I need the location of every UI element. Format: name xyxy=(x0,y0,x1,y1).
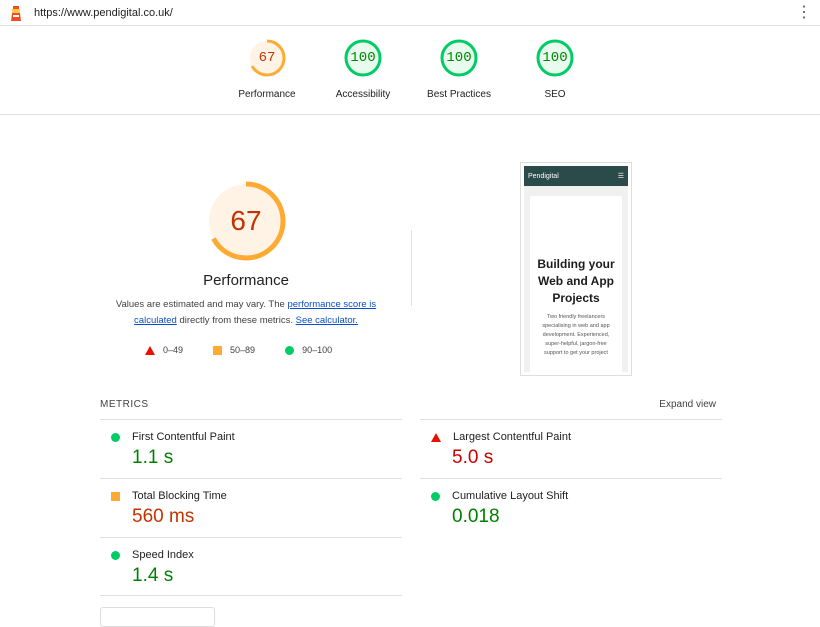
metric-value: 0.018 xyxy=(452,506,500,527)
hamburger-menu-icon: ☰ xyxy=(617,173,624,180)
see-calculator-link[interactable]: See calculator. xyxy=(296,315,358,326)
gauge-best-practices[interactable]: 100 Best Practices xyxy=(419,38,499,100)
gauge-score: 100 xyxy=(446,50,472,66)
view-treemap-button[interactable] xyxy=(100,607,215,627)
final-screenshot[interactable]: Pendigital ☰ Building your Web and App Pr… xyxy=(520,162,632,376)
gauge-label: Performance xyxy=(238,89,296,100)
metric-name: Cumulative Layout Shift xyxy=(452,490,569,502)
gauge-score: 100 xyxy=(350,50,376,66)
pass-circle-icon xyxy=(111,550,120,560)
gauge-accessibility[interactable]: 100 Accessibility xyxy=(323,38,403,100)
gauge-label: Best Practices xyxy=(427,89,491,100)
average-square-icon xyxy=(111,491,120,501)
desc-text: Values are estimated and may vary. The xyxy=(115,299,288,310)
lighthouse-logo-icon xyxy=(8,4,24,22)
pass-circle-icon xyxy=(111,432,120,442)
metric-name: Largest Contentful Paint xyxy=(453,431,572,443)
score-summary: 67 Performance 100 Accessibility 100 Bes… xyxy=(0,26,820,115)
performance-score: 67 xyxy=(230,205,262,236)
metric-speed-index: Speed Index 1.4 s xyxy=(100,537,402,596)
gauge-score: 67 xyxy=(258,50,276,66)
metric-name: First Contentful Paint xyxy=(132,431,235,443)
metric-cumulative-layout-shift: Cumulative Layout Shift 0.018 xyxy=(420,478,722,537)
metric-value: 560 ms xyxy=(132,506,195,527)
metric-value: 1.1 s xyxy=(132,447,174,468)
gauge-seo[interactable]: 100 SEO xyxy=(515,38,595,100)
metric-name: Speed Index xyxy=(132,549,194,561)
metric-name: Total Blocking Time xyxy=(132,490,227,502)
pass-circle-icon xyxy=(431,491,440,501)
performance-title: Performance xyxy=(203,272,289,289)
metrics-header: METRICS Expand view xyxy=(100,399,716,410)
score-legend: 0–49 50–89 90–100 xyxy=(145,345,362,355)
screenshot-heading: Building your Web and App Projects xyxy=(537,257,615,305)
average-square-icon xyxy=(213,345,223,355)
metric-total-blocking-time: Total Blocking Time 560 ms xyxy=(100,478,402,537)
divider xyxy=(411,230,412,306)
metric-value: 5.0 s xyxy=(452,447,494,468)
performance-gauge: 67 xyxy=(205,180,287,262)
gauge-performance[interactable]: 67 Performance xyxy=(227,38,307,100)
pass-circle-icon xyxy=(285,345,295,355)
legend-fail: 0–49 xyxy=(163,345,184,355)
gauge-label: Accessibility xyxy=(335,89,391,100)
fail-triangle-icon xyxy=(431,432,441,442)
legend-average: 50–89 xyxy=(230,345,256,355)
screenshot-text: Two friendly freelancers specialising in… xyxy=(542,314,610,356)
more-options-icon[interactable]: ⋮ xyxy=(796,4,812,20)
gauge-label: SEO xyxy=(544,89,566,100)
metric-value: 1.4 s xyxy=(132,565,174,586)
gauge-score: 100 xyxy=(542,50,568,66)
fail-triangle-icon xyxy=(145,345,155,355)
top-bar: https://www.pendigital.co.uk/ ⋮ xyxy=(0,0,820,26)
screenshot-brand: Pendigital xyxy=(528,172,559,180)
page-url: https://www.pendigital.co.uk/ xyxy=(34,6,173,19)
desc-text: directly from these metrics. xyxy=(176,315,296,326)
legend-pass: 90–100 xyxy=(302,345,333,355)
metric-largest-contentful-paint: Largest Contentful Paint 5.0 s xyxy=(420,419,722,478)
performance-description: Values are estimated and may vary. The p… xyxy=(106,297,386,329)
metrics-title: METRICS xyxy=(100,399,149,410)
metric-first-contentful-paint: First Contentful Paint 1.1 s xyxy=(100,419,402,478)
expand-view-button[interactable]: Expand view xyxy=(659,399,716,410)
